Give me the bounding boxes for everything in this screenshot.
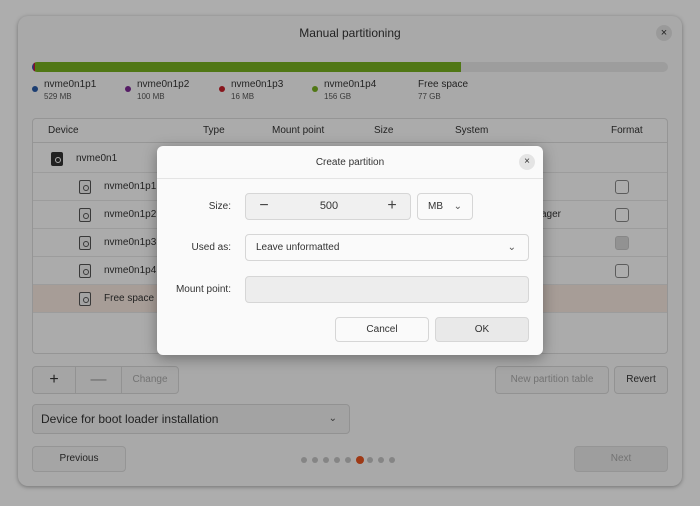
- increase-size-button[interactable]: +: [374, 194, 410, 219]
- size-value[interactable]: 500: [282, 194, 376, 219]
- dialog-header: Create partition ×: [157, 146, 543, 179]
- chevron-down-icon: ⌄: [453, 201, 462, 212]
- used-as-select[interactable]: Leave unformatted ⌄: [245, 234, 529, 261]
- size-unit-value: MB: [428, 201, 443, 212]
- create-partition-dialog: Create partition × Size: − 500 + MB ⌄ Us…: [157, 146, 543, 355]
- size-unit-select[interactable]: MB ⌄: [417, 193, 473, 220]
- dialog-title: Create partition: [315, 157, 385, 168]
- used-as-value: Leave unformatted: [256, 242, 340, 253]
- size-stepper[interactable]: − 500 +: [245, 193, 411, 220]
- used-as-label: Used as:: [191, 242, 231, 253]
- dialog-close-icon[interactable]: ×: [519, 154, 535, 170]
- mount-point-label: Mount point:: [175, 284, 231, 295]
- size-label: Size:: [208, 201, 231, 212]
- cancel-button[interactable]: Cancel: [335, 317, 429, 342]
- ok-button[interactable]: OK: [435, 317, 529, 342]
- chevron-down-icon: ⌄: [507, 242, 516, 253]
- decrease-size-button[interactable]: −: [246, 194, 282, 219]
- mount-point-input[interactable]: [245, 276, 529, 303]
